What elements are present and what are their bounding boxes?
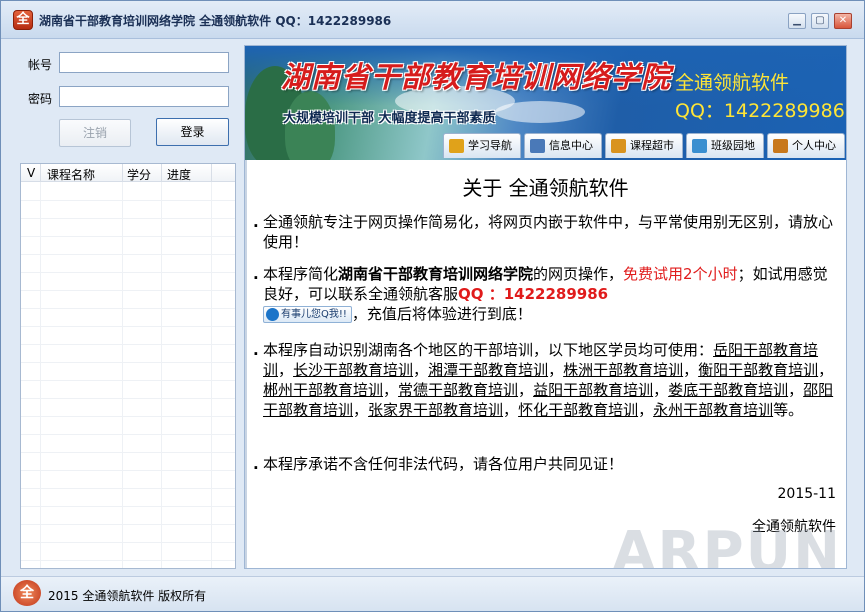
region-link[interactable]: 怀化干部教育培训	[518, 401, 638, 419]
col-header-course-name[interactable]: 课程名称	[47, 166, 95, 183]
about-paragraph-1: . 全通领航专注于网页操作简易化，将网页内嵌于软件中，与平常使用别无区别，请放心使…	[253, 213, 834, 251]
account-input[interactable]	[59, 52, 229, 73]
region-link[interactable]: 郴州干部教育培训	[263, 381, 383, 399]
region-link[interactable]: 益阳干部教育培训	[533, 381, 653, 399]
maximize-icon: ▢	[815, 15, 825, 26]
qq-penguin-icon	[266, 308, 279, 321]
region-link[interactable]: 常德干部教育培训	[398, 381, 518, 399]
tab-info-center[interactable]: 信息中心	[524, 133, 602, 158]
about-title: 关于 全通领航软件	[462, 176, 629, 200]
banner-qq: QQ：1422289986	[675, 100, 845, 122]
region-link[interactable]: 湘潭干部教育培训	[428, 361, 548, 379]
maximize-button[interactable]: ▢	[811, 13, 829, 29]
region-link[interactable]: 株洲干部教育培训	[563, 361, 683, 379]
app-window: 全 湖南省干部教育培训网络学院 全通领航软件 QQ：1422289986 ▁ ▢…	[0, 0, 865, 612]
banner-title: 湖南省干部教育培训网络学院	[281, 60, 672, 94]
info-icon	[530, 139, 545, 153]
about-content: 关于 全通领航软件 . 全通领航专注于网页操作简易化，将网页内嵌于软件中，与平常使…	[245, 160, 846, 568]
contact-qq: QQ ：1422289986	[458, 285, 609, 303]
watermark-logo: ARPUN	[612, 520, 842, 569]
copyright-text: 2015 全通领航软件 版权所有	[48, 589, 207, 603]
status-logo-icon: 全	[13, 580, 41, 606]
right-panel: 湖南省干部教育培训网络学院 大规模培训干部 大幅度提高干部素质 全通领航软件 Q…	[244, 45, 847, 569]
app-logo-icon: 全	[13, 10, 33, 30]
trial-notice: 免费试用2个小时	[623, 265, 738, 283]
about-paragraph-2: . 本程序简化湖南省干部教育培训网络学院的网页操作，免费试用2个小时；如试用感觉良…	[253, 265, 828, 323]
about-date: 2015-11	[777, 486, 837, 502]
region-link[interactable]: 衡阳干部教育培训	[698, 361, 818, 379]
col-header-progress[interactable]: 进度	[167, 166, 191, 183]
login-button[interactable]: 登录	[156, 118, 229, 146]
content-divider	[245, 160, 247, 568]
banner: 湖南省干部教育培训网络学院 大规模培训干部 大幅度提高干部素质 全通领航软件 Q…	[245, 46, 846, 160]
compass-icon	[449, 139, 464, 153]
logout-button[interactable]: 注销	[59, 119, 131, 147]
course-list-header: V 课程名称 学分 进度	[21, 164, 235, 182]
left-panel: 帐号 密码 注销 登录 V 课程名称 学分 进度	[11, 45, 241, 569]
close-button[interactable]: ✕	[834, 13, 852, 29]
about-paragraph-4: . 本程序承诺不含任何非法代码，请各位用户共同见证！	[253, 455, 624, 473]
col-header-check[interactable]: V	[27, 166, 35, 180]
banner-brand: 全通领航软件	[675, 72, 790, 94]
col-header-credit[interactable]: 学分	[127, 166, 151, 183]
people-icon	[692, 139, 707, 153]
tab-personal-center[interactable]: 个人中心	[767, 133, 845, 158]
tab-class-garden[interactable]: 班级园地	[686, 133, 764, 158]
region-link[interactable]: 长沙干部教育培训	[293, 361, 413, 379]
qq-contact-button[interactable]: 有事儿您Q我!!	[263, 306, 352, 323]
account-label: 帐号	[28, 58, 53, 72]
region-link[interactable]: 永州干部教育培训	[653, 401, 773, 419]
region-link[interactable]: 娄底干部教育培训	[668, 381, 788, 399]
course-list[interactable]: V 课程名称 学分 进度	[20, 163, 236, 569]
about-paragraph-3: . 本程序自动识别湖南各个地区的干部培训，以下地区学员均可使用：岳阳干部教育培训，…	[253, 341, 834, 419]
tab-study-guide[interactable]: 学习导航	[443, 133, 521, 158]
minimize-icon: ▁	[793, 15, 801, 26]
site-name: 湖南省干部教育培训网络学院	[338, 265, 534, 283]
tab-course-market[interactable]: 课程超市	[605, 133, 683, 158]
cloud-decoration	[495, 101, 585, 123]
title-bar[interactable]: 全 湖南省干部教育培训网络学院 全通领航软件 QQ：1422289986 ▁ ▢…	[1, 1, 864, 39]
minimize-button[interactable]: ▁	[788, 13, 806, 29]
password-input[interactable]	[59, 86, 229, 107]
person-icon	[773, 139, 788, 153]
status-bar: 全 2015 全通领航软件 版权所有	[1, 576, 864, 611]
banner-slogan: 大规模培训干部 大幅度提高干部素质	[283, 111, 496, 126]
password-label: 密码	[28, 92, 53, 106]
window-title: 湖南省干部教育培训网络学院 全通领航软件 QQ：1422289986	[39, 14, 392, 28]
close-icon: ✕	[838, 15, 848, 26]
region-link[interactable]: 张家界干部教育培训	[368, 401, 503, 419]
cart-icon	[611, 139, 626, 153]
